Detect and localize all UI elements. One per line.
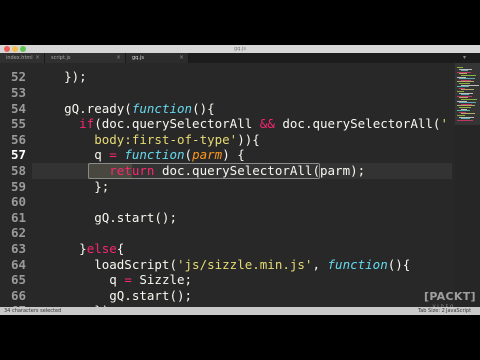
code-area[interactable]: }); gQ.ready(function(){ if(doc.querySel…: [0, 63, 455, 315]
code-token: ': [440, 116, 448, 132]
code-line: }else{: [34, 241, 124, 257]
code-line: if(doc.querySelectorAll && doc.querySele…: [34, 116, 448, 132]
code-token: doc.querySelectorAll(parm);: [154, 163, 366, 178]
code-token: (doc.querySelectorAll: [94, 116, 260, 132]
code-line: return doc.querySelectorAll(parm);: [34, 163, 365, 179]
tab-bar: index.html × script.js × gq.js × ▾: [0, 53, 480, 63]
tab-index-html[interactable]: index.html ×: [0, 53, 45, 63]
code-line: gQ.start();: [34, 210, 177, 226]
code-token: q: [34, 147, 110, 163]
code-line: loadScript('js/sizzle.min.js', function(…: [34, 257, 410, 273]
code-token: )){: [237, 131, 260, 147]
minimap-viewport[interactable]: [455, 63, 480, 125]
logo-text: [PACKT]: [424, 290, 476, 303]
packt-logo: [PACKT] VIDEO: [424, 289, 476, 311]
code-token: 'js/sizzle.min.js': [177, 256, 313, 272]
code-token: (: [184, 147, 193, 163]
code-token: &&: [259, 116, 275, 132]
code-line: q = Sizzle;: [34, 272, 192, 288]
code-token: q: [34, 272, 125, 288]
tab-label: gq.js: [132, 55, 144, 61]
letterbox-top: [0, 0, 480, 45]
code-token: gQ.start();: [34, 209, 177, 225]
code-token: }: [34, 241, 87, 256]
selection-status: 34 characters selected: [4, 308, 62, 314]
window-title: gq.js: [234, 46, 246, 52]
close-icon[interactable]: ×: [179, 53, 184, 63]
code-token: Sizzle;: [131, 272, 193, 288]
code-token: body:first-of-type: [34, 131, 230, 147]
code-token: {: [116, 241, 125, 256]
code-token: (){: [192, 100, 215, 116]
close-icon[interactable]: ×: [116, 53, 121, 63]
code-token: return: [109, 163, 155, 178]
letterbox-bottom: [0, 315, 480, 360]
tab-label: script.js: [51, 55, 71, 61]
code-token: gQ.ready(: [34, 100, 132, 116]
code-token: ,: [312, 256, 328, 272]
code-line: gQ.start();: [34, 288, 192, 304]
status-bar: 34 characters selected Tab Size: 2 JavaS…: [0, 307, 480, 315]
code-token: (){: [387, 256, 411, 272]
code-token: };: [34, 178, 110, 194]
title-bar: gq.js: [0, 45, 480, 53]
code-line: body:first-of-type')){: [34, 132, 260, 148]
chevron-down-icon[interactable]: ▾: [463, 53, 466, 63]
code-token: =: [124, 272, 132, 288]
tab-gq-js[interactable]: gq.js ×: [126, 53, 189, 63]
code-token: parm: [192, 147, 223, 163]
logo-subtext: VIDEO: [432, 304, 456, 309]
tab-script-js[interactable]: script.js ×: [45, 53, 126, 63]
code-token: doc.querySelectorAll(: [274, 116, 441, 132]
code-token: =: [109, 147, 117, 163]
code-token: gQ.start();: [34, 287, 193, 303]
editor-window: gq.js index.html × script.js × gq.js × ▾…: [0, 45, 480, 315]
code-editor[interactable]: 5253545556575859606162636465666768 }); g…: [0, 63, 455, 315]
code-line: });: [34, 69, 87, 85]
code-token: else: [86, 241, 117, 256]
code-token: function: [131, 100, 193, 116]
code-token: ) {: [222, 147, 245, 163]
code-line: gQ.ready(function(){: [34, 101, 215, 117]
close-icon[interactable]: ×: [35, 53, 40, 63]
tab-label: index.html: [6, 55, 33, 61]
code-line: q = function(parm) {: [34, 147, 245, 163]
code-token: });: [34, 69, 87, 85]
code-token: function: [124, 147, 185, 163]
code-token: if: [79, 116, 95, 132]
code-token: loadScript(: [34, 256, 177, 272]
code-token: function: [327, 256, 388, 272]
code-line: };: [34, 179, 109, 195]
